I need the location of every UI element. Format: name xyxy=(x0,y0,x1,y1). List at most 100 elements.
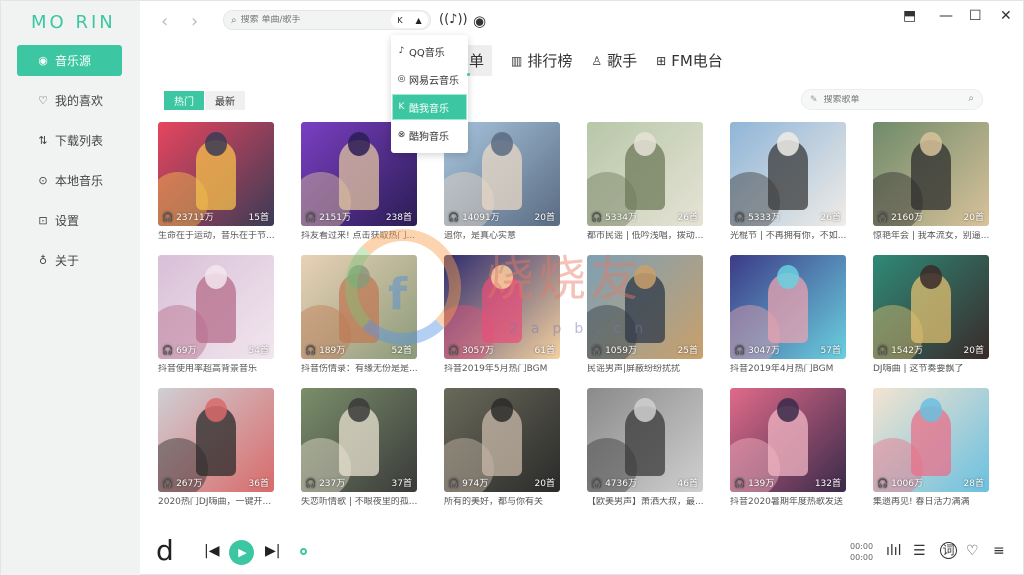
tab-singers[interactable]: ♙ 歌手 xyxy=(591,45,637,76)
playlist-cover[interactable]: 🎧 69万 54首 xyxy=(158,255,274,359)
playlist-card[interactable]: 🎧 4736万 46首【欧美男声】萧洒大叔，最... xyxy=(587,388,703,508)
playlist-search-input[interactable] xyxy=(823,94,954,105)
playlist-cover[interactable]: 🎧 5334万 26首 xyxy=(587,122,703,226)
playlist-title[interactable]: 抖音2019年5月热门BGM xyxy=(444,364,560,375)
sidebar-item-local-music[interactable]: ⊙ 本地音乐 xyxy=(17,165,122,196)
source-item-qq[interactable]: ♪ QQ音乐 xyxy=(392,38,467,64)
previous-icon[interactable]: |◀ xyxy=(204,543,219,559)
playlist-cover[interactable]: 🎧 3047万 57首 xyxy=(730,255,846,359)
sidebar-nav: ◉ 音乐源 ♡ 我的喜欢 ⇅ 下载列表 ⊙ 本地音乐 ⊡ 设置 ♁ 关于 xyxy=(17,45,122,285)
play-button[interactable]: ▶ xyxy=(229,540,254,565)
song-count: 46首 xyxy=(677,479,698,489)
playlist-card[interactable]: 🎧 237万 37首 失恋听情歌 | 不眼夜里的孤... xyxy=(301,388,417,508)
playlist-cover[interactable]: 🎧 267万 36首 xyxy=(158,388,274,492)
source-item-kuwo[interactable]: K 酷我音乐 xyxy=(392,94,467,120)
search-icon[interactable]: ⌕ xyxy=(968,93,974,104)
play-count-value: 267万 xyxy=(176,479,203,489)
playlist-title[interactable]: 惊艳年会 | 我本流女，别逼... xyxy=(873,231,989,242)
menu-icon[interactable]: ≡ xyxy=(993,543,1005,559)
song-count: 61首 xyxy=(534,346,555,356)
next-icon[interactable]: ▶| xyxy=(265,543,280,559)
minimize-icon[interactable]: — xyxy=(939,8,953,24)
player-bar: d |◀ ▶ ▶| 00:00 00:00 ılıl ☰ 词 ♡ ≡ xyxy=(141,531,1024,575)
playlist-card[interactable]: 🎧 69万 54首抖音使用率超高背景音乐 xyxy=(158,255,274,375)
forward-arrow-icon[interactable]: › xyxy=(191,11,198,32)
mini-mode-icon[interactable]: ⬒ xyxy=(903,8,916,24)
source-item-kugou[interactable]: ⊗ 酷狗音乐 xyxy=(392,122,467,148)
subtab-new[interactable]: 最新 xyxy=(205,91,245,110)
sub-tabs: 热门 最新 xyxy=(164,91,246,110)
playlist-cover[interactable]: 🎧 1006万 28首 xyxy=(873,388,989,492)
song-count: 54首 xyxy=(248,346,269,356)
progress-handle[interactable] xyxy=(300,548,307,555)
playlist-card[interactable]: 🎧 5334万 26首 都市民谣 | 低吟浅唱，拨动... xyxy=(587,122,703,242)
song-count: 238首 xyxy=(385,213,412,223)
playlist-title[interactable]: 所有的美好，都与你有关 xyxy=(444,497,560,508)
playlist-title[interactable]: 抖音伤情录：有缘无份是是... xyxy=(301,364,417,375)
playlist-cover[interactable]: 🎧 974万 20首 xyxy=(444,388,560,492)
song-count: 26首 xyxy=(677,213,698,223)
playlist-title[interactable]: 2020热门DJ嗨曲，一键开... xyxy=(158,497,274,508)
equalizer-icon[interactable]: ılıl xyxy=(886,543,902,559)
playlist-title[interactable]: 光棍节 | 不再拥有你，不如... xyxy=(730,231,846,242)
sidebar-item-about[interactable]: ♁ 关于 xyxy=(17,245,122,276)
subtab-hot[interactable]: 热门 xyxy=(164,91,204,110)
app-logo: MO RIN xyxy=(31,12,116,33)
back-arrow-icon[interactable]: ‹ xyxy=(161,11,168,32)
playlist-cover[interactable]: 🎧 23711万 15首 xyxy=(158,122,274,226)
play-count-value: 3047万 xyxy=(748,346,780,356)
tab-label: 排行榜 xyxy=(527,52,573,70)
playlist-card[interactable]: 🎧 974万 20首所有的美好，都与你有关 xyxy=(444,388,560,508)
close-icon[interactable]: ✕ xyxy=(1000,8,1012,24)
playlist-card[interactable]: 🎧 23711万 15首生命在于运动，音乐在于节... xyxy=(158,122,274,242)
playlist-title[interactable]: 生命在于运动，音乐在于节... xyxy=(158,231,274,242)
playlist-card[interactable]: 🎧 1542万 20首 DJ嗨曲 | 这节奏要飘了 xyxy=(873,255,989,375)
radio-wave-icon[interactable]: ((♪)) xyxy=(439,12,468,27)
play-count: 🎧 974万 xyxy=(448,479,489,489)
playlist-card[interactable]: 🎧 139万 132首抖音2020暑期年度热歌发送 xyxy=(730,388,846,508)
download-icon: ⇅ xyxy=(38,134,48,147)
playlist-card[interactable]: 🎧 5333万 26首光棍节 | 不再拥有你，不如... xyxy=(730,122,846,242)
song-count: 20首 xyxy=(534,213,555,223)
play-count-value: 3057万 xyxy=(462,346,494,356)
playlist-title[interactable]: DJ嗨曲 | 这节奏要飘了 xyxy=(873,364,989,375)
source-item-netease[interactable]: ◎ 网易云音乐 xyxy=(392,66,467,92)
playlist-cover[interactable]: 🎧 2160万 20首 xyxy=(873,122,989,226)
heart-icon[interactable]: ♡ xyxy=(966,543,979,559)
playlist-cover[interactable]: 🎧 1542万 20首 xyxy=(873,255,989,359)
playlist-card[interactable]: 🎧 267万 36首 2020热门DJ嗨曲，一键开... xyxy=(158,388,274,508)
sidebar-item-label: 设置 xyxy=(55,214,80,228)
playlist-title[interactable]: 民谣男声|屏蔽纷纷扰扰 xyxy=(587,364,703,375)
play-count-value: 2160万 xyxy=(891,213,923,223)
playlist-title[interactable]: 抖音2020暑期年度热歌发送 xyxy=(730,497,846,508)
playlist-card[interactable]: 🎧 3047万 57首抖音2019年4月热门BGM xyxy=(730,255,846,375)
play-count-value: 237万 xyxy=(319,479,346,489)
playlist-card[interactable]: 🎧 1006万 28首集遗再见! 春日活力满满 xyxy=(873,388,989,508)
sidebar-item-settings[interactable]: ⊡ 设置 xyxy=(17,205,122,236)
tab-fm[interactable]: ⊞ FM电台 xyxy=(656,45,723,76)
source-label: 酷我音乐 xyxy=(409,103,449,115)
lyrics-icon[interactable]: 词 xyxy=(940,542,957,559)
playlist-cover[interactable]: 🎧 139万 132首 xyxy=(730,388,846,492)
playlist-cover[interactable]: 🎧 5333万 26首 xyxy=(730,122,846,226)
sidebar-item-favorites[interactable]: ♡ 我的喜欢 xyxy=(17,85,122,116)
playlist-title[interactable]: 抖音2019年4月热门BGM xyxy=(730,364,846,375)
playlist-title[interactable]: 失恋听情歌 | 不眼夜里的孤... xyxy=(301,497,417,508)
playlist-title[interactable]: 【欧美男声】萧洒大叔，最... xyxy=(587,497,703,508)
playlist-title[interactable]: 集遗再见! 春日活力满满 xyxy=(873,497,989,508)
playlist-title[interactable]: 抖音使用率超高背景音乐 xyxy=(158,364,274,375)
settings-icon: ⊡ xyxy=(38,214,48,227)
playlist-cover[interactable]: 🎧 237万 37首 xyxy=(301,388,417,492)
playlist-card[interactable]: 🎧 2160万 20首惊艳年会 | 我本流女，别逼... xyxy=(873,122,989,242)
source-switch[interactable]: K ▲ xyxy=(391,12,428,28)
disc-icon[interactable]: ◉ xyxy=(473,12,486,30)
playlist-search[interactable]: ✎ ⌕ xyxy=(801,89,983,110)
tab-charts[interactable]: ▥ 排行榜 xyxy=(511,45,572,76)
sidebar-item-downloads[interactable]: ⇅ 下载列表 xyxy=(17,125,122,156)
search-input[interactable] xyxy=(240,15,381,25)
playlist-queue-icon[interactable]: ☰ xyxy=(913,543,926,559)
song-count: 37首 xyxy=(391,479,412,489)
sidebar-item-music-source[interactable]: ◉ 音乐源 xyxy=(17,45,122,76)
playlist-cover[interactable]: 🎧 4736万 46首 xyxy=(587,388,703,492)
maximize-icon[interactable]: ☐ xyxy=(969,8,982,24)
